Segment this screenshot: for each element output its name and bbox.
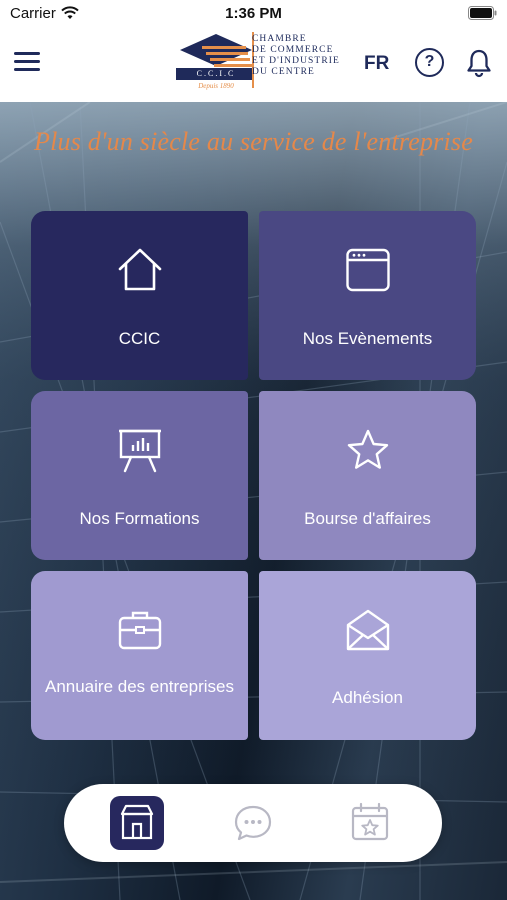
tile-events[interactable]: Nos Evènements xyxy=(259,211,476,380)
tile-label: Nos Formations xyxy=(79,509,200,528)
bell-icon[interactable] xyxy=(466,48,492,78)
logo-wordmark: CHAMBRE DE COMMERCE ET D'INDUSTRIE DU CE… xyxy=(252,34,340,77)
tile-label: Annuaire des entreprises xyxy=(44,677,234,696)
bottom-tab-bar xyxy=(64,784,442,862)
tile-label: Adhésion xyxy=(332,688,403,707)
app-header: Carrier 1:36 PM C.C.I.C Depuis 1890 CHAM… xyxy=(0,0,507,102)
envelope-icon xyxy=(346,609,389,651)
status-bar: Carrier 1:36 PM xyxy=(0,0,507,28)
storefront-icon xyxy=(120,804,154,840)
tab-messages[interactable] xyxy=(226,796,280,850)
help-icon: ? xyxy=(424,53,435,70)
menu-icon xyxy=(14,52,40,55)
tile-business-directory[interactable]: Annuaire des entreprises xyxy=(31,571,248,740)
logo-initials: C.C.I.C xyxy=(196,69,236,78)
briefcase-icon xyxy=(118,611,161,650)
help-button[interactable]: ? xyxy=(415,48,444,77)
tile-business-exchange[interactable]: Bourse d'affaires xyxy=(259,391,476,560)
tile-label: Bourse d'affaires xyxy=(304,509,431,528)
presentation-chart-icon xyxy=(118,429,161,473)
calendar-star-icon xyxy=(351,802,389,841)
browser-window-icon xyxy=(345,248,390,292)
tile-ccic[interactable]: CCIC xyxy=(31,211,248,380)
language-selector[interactable]: FR xyxy=(364,53,389,75)
home-icon xyxy=(118,248,161,291)
tab-home[interactable] xyxy=(110,796,164,850)
tab-agenda[interactable] xyxy=(343,796,397,850)
clock: 1:36 PM xyxy=(225,5,282,22)
chat-bubble-icon xyxy=(234,805,272,841)
star-icon xyxy=(347,429,388,469)
tile-label: Nos Evènements xyxy=(302,329,433,348)
logo-motto: Depuis 1890 xyxy=(198,82,234,90)
tile-trainings[interactable]: Nos Formations xyxy=(31,391,248,560)
tile-membership[interactable]: Adhésion xyxy=(259,571,476,740)
menu-button[interactable] xyxy=(14,52,40,74)
tile-label: CCIC xyxy=(118,329,161,348)
battery-icon xyxy=(468,6,497,20)
tagline: Plus d'un siècle au service de l'entrepr… xyxy=(34,127,473,156)
